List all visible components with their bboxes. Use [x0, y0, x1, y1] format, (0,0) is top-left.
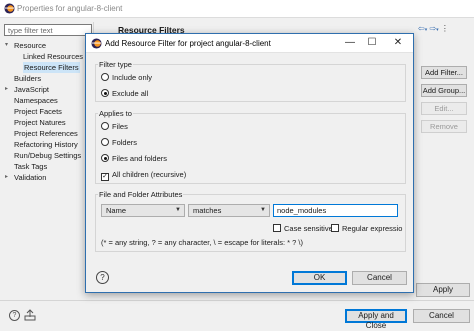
- import-icon[interactable]: [24, 309, 36, 321]
- tree-item-label: Resource: [14, 41, 47, 50]
- files-radio[interactable]: Files: [101, 121, 128, 132]
- pattern-hint: (* = any string, ? = any character, \ = …: [101, 238, 303, 247]
- tree-item[interactable]: Task Tags: [5, 161, 87, 172]
- attributes-label: File and Folder Attributes: [98, 190, 184, 199]
- folders-radio[interactable]: Folders: [101, 137, 137, 148]
- back-menu-icon[interactable]: ▾: [425, 27, 428, 33]
- apply-button[interactable]: Apply: [416, 283, 470, 297]
- tree-item-label: Linked Resources: [23, 52, 84, 61]
- tree-item[interactable]: Project References: [5, 128, 87, 139]
- dialog-title-bar: Add Resource Filter for project angular-…: [86, 34, 413, 53]
- expanded-arrow-icon[interactable]: ▾: [5, 40, 13, 51]
- tree-item[interactable]: Refactoring History: [5, 139, 87, 150]
- radio-indicator: [101, 122, 109, 130]
- collapsed-arrow-icon[interactable]: ▸: [5, 172, 13, 183]
- help-icon[interactable]: ?: [96, 271, 109, 284]
- footer-divider: [0, 300, 474, 301]
- tree-item-label: Refactoring History: [14, 140, 78, 149]
- operator-select-value: matches: [193, 206, 222, 215]
- case-sensitive-label: Case sensitive: [284, 224, 333, 233]
- properties-tree: ▾ Resource Linked Resources Resource Filter…: [5, 40, 87, 183]
- exclude-all-radio[interactable]: Exclude all: [101, 88, 148, 99]
- radio-indicator: [101, 154, 109, 162]
- tree-item-label: Project Natures: [14, 118, 66, 127]
- tree-item-label: JavaScript: [14, 85, 50, 94]
- tree-item[interactable]: Resource Filters: [5, 62, 87, 73]
- files-and-folders-label: Files and folders: [112, 154, 168, 163]
- files-and-folders-radio[interactable]: Files and folders: [101, 153, 167, 164]
- chevron-down-icon: ▼: [260, 207, 266, 213]
- applies-to-label: Applies to: [98, 109, 133, 118]
- filter-input[interactable]: type filter text: [4, 24, 92, 36]
- radio-indicator: [101, 89, 109, 97]
- pattern-input[interactable]: node_modules: [273, 204, 398, 217]
- tree-item-label: Resource Filters: [23, 62, 80, 73]
- forward-menu-icon[interactable]: ▾: [436, 27, 439, 33]
- tree-item-label: Run/Debug Settings: [14, 151, 82, 160]
- edit-button[interactable]: Edit...: [421, 102, 467, 115]
- tree-item[interactable]: ▾ Resource: [5, 40, 87, 51]
- all-children-label: All children (recursive): [112, 170, 187, 179]
- tree-item-label: Namespaces: [14, 96, 58, 105]
- chevron-down-icon: ▼: [175, 207, 181, 213]
- apply-and-close-button[interactable]: Apply and Close: [345, 309, 407, 330]
- folders-label: Folders: [112, 138, 138, 147]
- add-group-button[interactable]: Add Group...: [421, 84, 467, 97]
- attribute-select-value: Name: [106, 206, 127, 215]
- files-label: Files: [112, 122, 128, 131]
- add-filter-button[interactable]: Add Filter...: [421, 66, 467, 79]
- tree-item[interactable]: ▸ JavaScript: [5, 84, 87, 95]
- tree-item[interactable]: Project Natures: [5, 117, 87, 128]
- tree-item[interactable]: Project Facets: [5, 106, 87, 117]
- minimize-icon[interactable]: —: [343, 37, 357, 48]
- tree-item[interactable]: Builders: [5, 73, 87, 84]
- eclipse-icon: [91, 38, 102, 49]
- dialog-cancel-button[interactable]: Cancel: [352, 271, 407, 285]
- remove-button[interactable]: Remove: [421, 120, 467, 133]
- all-children-checkbox[interactable]: ✓ All children (recursive): [101, 169, 187, 181]
- outer-title-bar: Properties for angular-8-client: [0, 0, 474, 18]
- maximize-icon[interactable]: ☐: [365, 37, 379, 48]
- exclude-all-label: Exclude all: [112, 89, 149, 98]
- tree-item[interactable]: Namespaces: [5, 95, 87, 106]
- history-nav: ⇦▾ ⇨▾ ⋮: [418, 24, 449, 33]
- tree-item-label: Task Tags: [14, 162, 48, 171]
- close-icon[interactable]: ✕: [391, 37, 405, 48]
- include-only-radio[interactable]: Include only: [101, 72, 152, 83]
- dialog-title: Add Resource Filter for project angular-…: [105, 39, 271, 48]
- tree-item[interactable]: ▸ Validation: [5, 172, 87, 183]
- tree-item-label: Builders: [14, 74, 42, 83]
- regex-checkbox[interactable]: Regular expressio: [331, 223, 402, 234]
- tree-item-label: Project Facets: [14, 107, 62, 116]
- case-sensitive-checkbox[interactable]: Case sensitive: [273, 223, 333, 234]
- tree-item-label: Validation: [14, 173, 47, 182]
- filter-type-label: Filter type: [98, 60, 133, 69]
- include-only-label: Include only: [112, 73, 153, 82]
- checkbox-indicator: [273, 224, 281, 232]
- help-icon[interactable]: ?: [9, 310, 20, 321]
- tree-item-label: Project References: [14, 129, 78, 138]
- ok-button[interactable]: OK: [292, 271, 347, 285]
- view-menu-icon[interactable]: ⋮: [441, 24, 449, 33]
- radio-indicator: [101, 73, 109, 81]
- tree-item[interactable]: Linked Resources: [5, 51, 87, 62]
- attribute-select[interactable]: Name ▼: [101, 204, 185, 217]
- back-icon[interactable]: ⇦: [418, 24, 425, 33]
- checkmark-icon: ✓: [101, 173, 109, 181]
- tree-item[interactable]: Run/Debug Settings: [5, 150, 87, 161]
- add-resource-filter-dialog: Add Resource Filter for project angular-…: [85, 33, 414, 293]
- outer-cancel-button[interactable]: Cancel: [413, 309, 470, 323]
- checkbox-indicator: [331, 224, 339, 232]
- operator-select[interactable]: matches ▼: [188, 204, 270, 217]
- collapsed-arrow-icon[interactable]: ▸: [5, 84, 13, 95]
- eclipse-icon: [4, 3, 15, 14]
- regex-label: Regular expressio: [342, 224, 403, 233]
- outer-window-title: Properties for angular-8-client: [17, 4, 123, 13]
- radio-indicator: [101, 138, 109, 146]
